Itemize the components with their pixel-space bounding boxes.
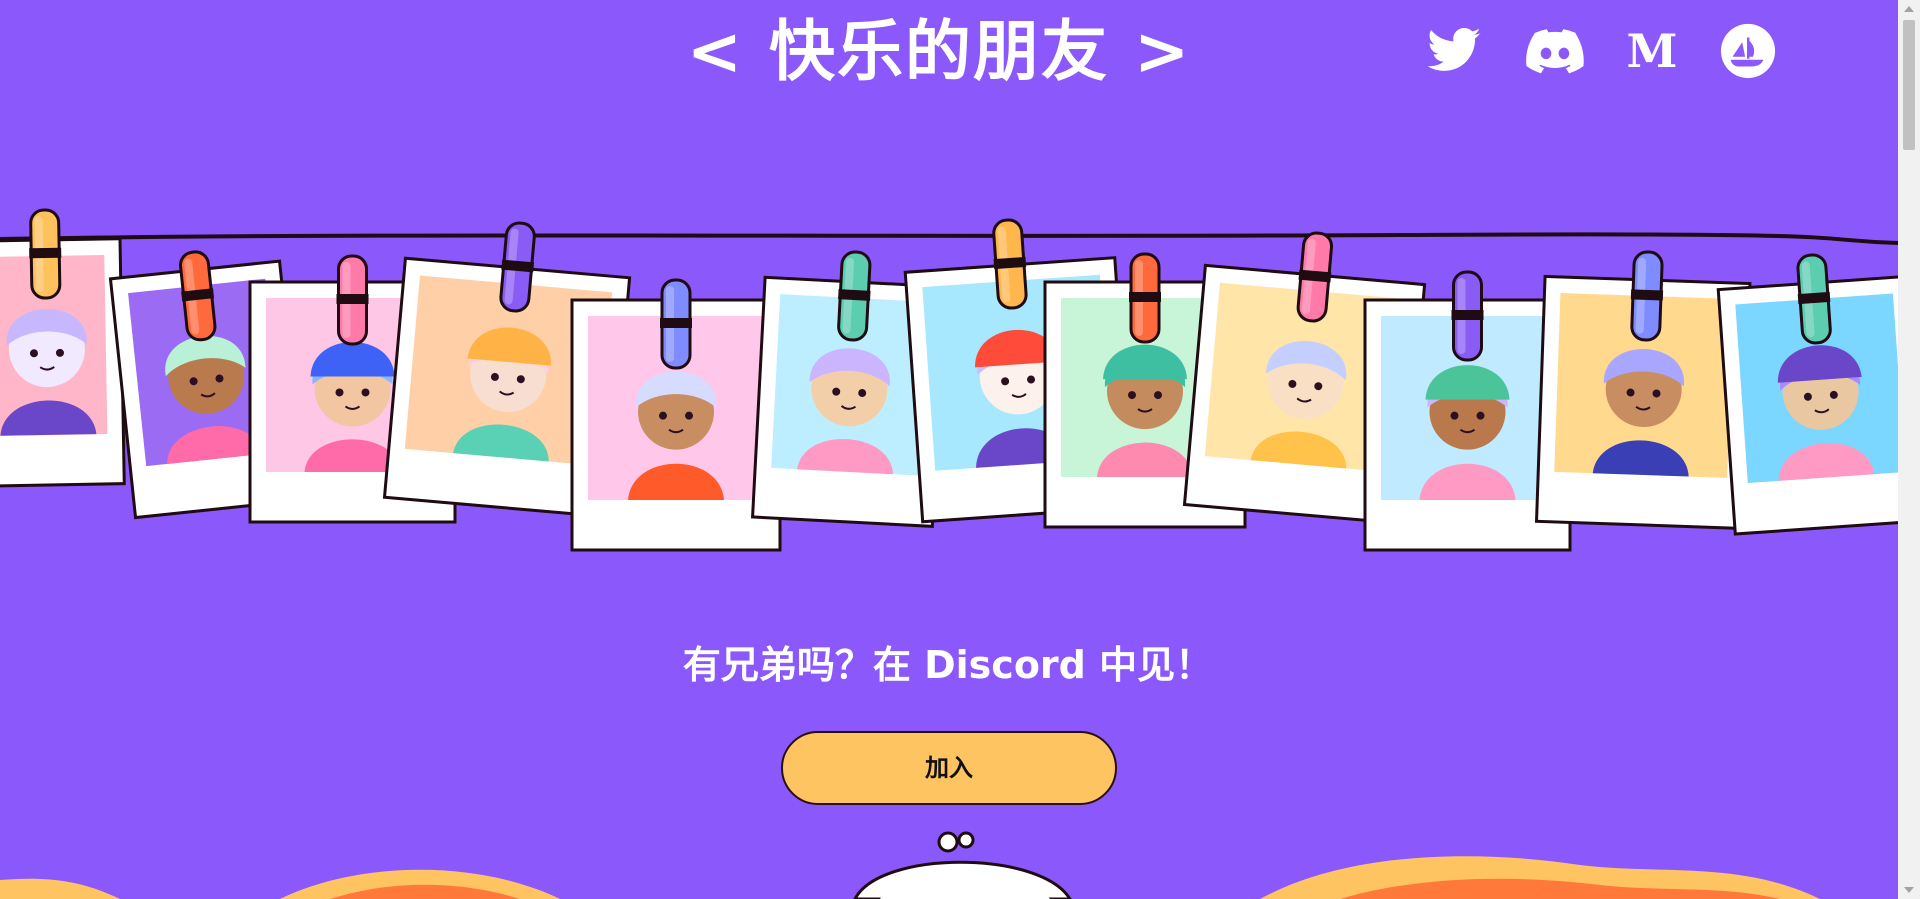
twitter-link[interactable] <box>1425 22 1483 80</box>
clothespin-spring <box>1451 310 1484 320</box>
medium-icon: M <box>1626 24 1678 78</box>
opensea-link[interactable] <box>1719 22 1777 80</box>
scrollbar-thumb[interactable] <box>1903 20 1915 150</box>
page: < 快乐的朋友 > M 有兄弟吗？在 Discord 中见！ 加入 <box>0 0 1898 899</box>
character-eye <box>1128 391 1136 400</box>
character-eye <box>1154 391 1162 400</box>
clothesline <box>0 232 1898 245</box>
clothespin-spring <box>838 289 871 301</box>
character-eye <box>1450 411 1459 420</box>
clothespin-spring <box>336 294 369 304</box>
polaroid-photo[interactable] <box>1716 248 1898 536</box>
character-eye <box>361 388 370 397</box>
character-eye <box>685 411 693 420</box>
character-eye <box>1476 411 1485 420</box>
page-title: < 快乐的朋友 > <box>686 13 1192 90</box>
opensea-icon <box>1720 23 1776 79</box>
twitter-icon <box>1427 28 1481 71</box>
clothespin-spring <box>660 318 692 328</box>
scroll-up-arrow-icon[interactable] <box>1904 6 1914 12</box>
discord-invite-text: 有兄弟吗？在 Discord 中见！ <box>682 643 1214 687</box>
character-eye <box>659 411 667 420</box>
character-eye <box>335 388 344 397</box>
polaroid-photo[interactable] <box>0 208 126 488</box>
join-button[interactable]: 加入 <box>781 731 1117 805</box>
nft-polaroid-gallery <box>0 208 1898 552</box>
scroll-down-arrow-icon[interactable] <box>1904 887 1914 893</box>
polaroid-photo[interactable] <box>570 278 782 552</box>
discord-icon <box>1526 29 1584 74</box>
medium-link[interactable]: M <box>1623 22 1681 80</box>
vertical-scrollbar[interactable] <box>1898 0 1920 899</box>
clothespin-spring <box>1129 292 1161 302</box>
clothespin-spring <box>29 247 62 259</box>
decorative-hills <box>0 831 1820 899</box>
clothespin-spring <box>1630 289 1664 301</box>
discord-link[interactable] <box>1524 22 1586 80</box>
